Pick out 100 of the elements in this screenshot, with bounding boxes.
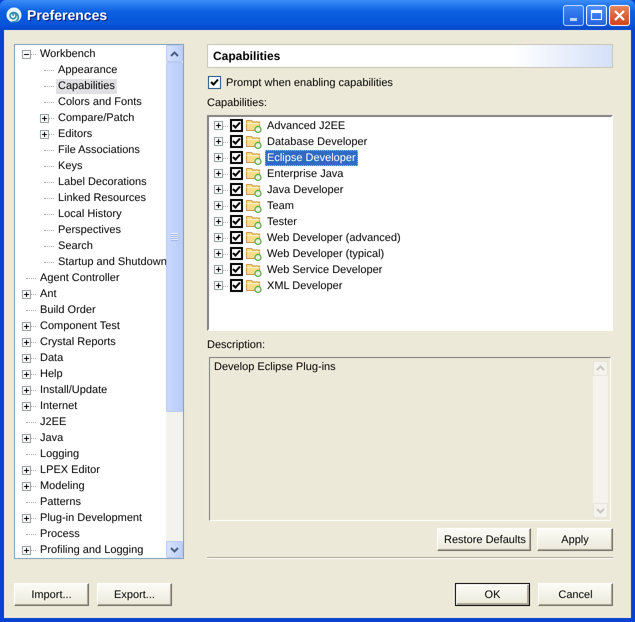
expand-icon[interactable] xyxy=(214,233,223,242)
tree-item[interactable]: Ant xyxy=(38,286,59,302)
grip-icon[interactable] xyxy=(171,233,178,241)
import-button[interactable]: Import... xyxy=(14,583,89,606)
tree-item[interactable]: Java xyxy=(38,430,66,446)
expand-icon[interactable] xyxy=(22,354,31,362)
checkbox[interactable] xyxy=(230,199,243,212)
expand-icon[interactable] xyxy=(22,466,31,474)
tree-item[interactable]: Agent Controller xyxy=(38,270,122,286)
apply-button[interactable]: Apply xyxy=(537,528,613,552)
tree-item[interactable]: Plug-in Development xyxy=(38,510,144,526)
checkbox[interactable] xyxy=(230,119,243,132)
chevron-down-icon[interactable] xyxy=(170,546,179,552)
tree-item[interactable]: Workbench xyxy=(38,46,98,62)
checkbox[interactable] xyxy=(230,263,243,276)
tree-item[interactable]: Label Decorations xyxy=(56,174,149,190)
expand-icon[interactable] xyxy=(22,322,31,330)
expand-icon[interactable] xyxy=(22,434,31,442)
tree-item[interactable]: Local History xyxy=(56,206,124,222)
tree-item[interactable]: Patterns xyxy=(38,494,83,510)
capability-item[interactable]: Eclipse Developer xyxy=(265,150,358,166)
close-button[interactable] xyxy=(609,4,630,26)
ok-button[interactable]: OK xyxy=(455,583,530,606)
scrollbar[interactable] xyxy=(166,45,183,558)
expand-icon[interactable] xyxy=(22,482,31,490)
folder-icon xyxy=(246,198,262,214)
description-text: Develop Eclipse Plug-ins xyxy=(214,360,336,373)
tree-item[interactable]: Appearance xyxy=(56,62,120,78)
expand-icon[interactable] xyxy=(214,185,223,194)
swirl-icon xyxy=(6,7,22,23)
expand-icon[interactable] xyxy=(214,121,223,130)
tree-item[interactable]: J2EE xyxy=(38,414,68,430)
expand-icon[interactable] xyxy=(22,290,31,298)
checkbox[interactable] xyxy=(230,167,243,180)
tree-item[interactable]: Colors and Fonts xyxy=(56,94,144,110)
tree-item[interactable]: Keys xyxy=(56,158,84,174)
export-button[interactable]: Export... xyxy=(97,583,172,606)
capability-item[interactable]: Tester xyxy=(265,214,299,230)
capability-item[interactable]: Enterprise Java xyxy=(265,166,346,182)
expand-icon[interactable] xyxy=(40,130,49,138)
tree-item[interactable]: Search xyxy=(56,238,95,254)
expand-icon[interactable] xyxy=(22,546,31,554)
checkbox[interactable] xyxy=(230,183,243,196)
expand-icon[interactable] xyxy=(22,386,31,394)
tree-item[interactable]: Component Test xyxy=(38,318,122,334)
expand-icon[interactable] xyxy=(22,370,31,378)
maximize-button[interactable] xyxy=(586,4,607,26)
capability-item[interactable]: XML Developer xyxy=(265,278,344,294)
tree-item[interactable]: Perspectives xyxy=(56,222,123,238)
capability-item[interactable]: Web Developer (typical) xyxy=(265,246,386,262)
tree-item[interactable]: LPEX Editor xyxy=(38,462,102,478)
capability-item[interactable]: Advanced J2EE xyxy=(265,118,348,134)
checkbox[interactable] xyxy=(230,247,243,260)
expand-icon[interactable] xyxy=(214,265,223,274)
checkbox[interactable] xyxy=(230,135,243,148)
tree-item[interactable]: Editors xyxy=(56,126,94,142)
tree-item[interactable]: Logging xyxy=(38,446,82,462)
tree-item[interactable]: Process xyxy=(38,526,82,542)
capability-item[interactable]: Team xyxy=(265,198,296,214)
checkbox[interactable] xyxy=(208,76,221,90)
tree-item[interactable]: Build Order xyxy=(38,302,98,318)
expand-icon[interactable] xyxy=(214,137,223,146)
folder-icon xyxy=(246,118,262,134)
expand-icon[interactable] xyxy=(40,114,49,122)
tree-item[interactable]: Profiling and Logging xyxy=(38,542,146,558)
expand-icon[interactable] xyxy=(214,201,223,210)
tree-item[interactable]: File Associations xyxy=(56,142,142,158)
tree-item[interactable]: Install/Update xyxy=(38,382,110,398)
tree-item[interactable]: Compare/Patch xyxy=(56,110,136,126)
chevron-up-icon[interactable] xyxy=(170,50,179,56)
cancel-button[interactable]: Cancel xyxy=(538,583,613,606)
folder-icon xyxy=(246,246,262,262)
checkbox[interactable] xyxy=(230,151,243,164)
tree-item[interactable]: Modeling xyxy=(38,478,87,494)
expand-icon[interactable] xyxy=(214,217,223,226)
expand-icon[interactable] xyxy=(214,153,223,162)
capability-item[interactable]: Java Developer xyxy=(265,182,346,198)
tree-item[interactable]: Help xyxy=(38,366,65,382)
tree-item[interactable]: Capabilities xyxy=(56,78,117,94)
checkbox[interactable] xyxy=(230,231,243,244)
expand-icon[interactable] xyxy=(214,249,223,258)
checkbox[interactable] xyxy=(230,215,243,228)
expand-icon[interactable] xyxy=(214,281,223,290)
restore-defaults-button[interactable]: Restore Defaults xyxy=(437,528,531,552)
tree-item[interactable]: Data xyxy=(38,350,66,366)
collapse-icon[interactable] xyxy=(22,50,31,58)
expand-icon[interactable] xyxy=(22,338,31,346)
tree-item[interactable]: Startup and Shutdown xyxy=(56,254,166,270)
chevron-up-icon xyxy=(596,365,605,372)
tree-item[interactable]: Internet xyxy=(38,398,80,414)
tree-item[interactable]: Linked Resources xyxy=(56,190,148,206)
capability-item[interactable]: Web Developer (advanced) xyxy=(265,230,403,246)
capability-item[interactable]: Web Service Developer xyxy=(265,262,384,278)
minimize-button[interactable] xyxy=(563,4,584,26)
checkbox[interactable] xyxy=(230,279,243,292)
expand-icon[interactable] xyxy=(214,169,223,178)
capability-item[interactable]: Database Developer xyxy=(265,134,370,150)
expand-icon[interactable] xyxy=(22,514,31,522)
expand-icon[interactable] xyxy=(22,402,31,410)
tree-item[interactable]: Crystal Reports xyxy=(38,334,118,350)
